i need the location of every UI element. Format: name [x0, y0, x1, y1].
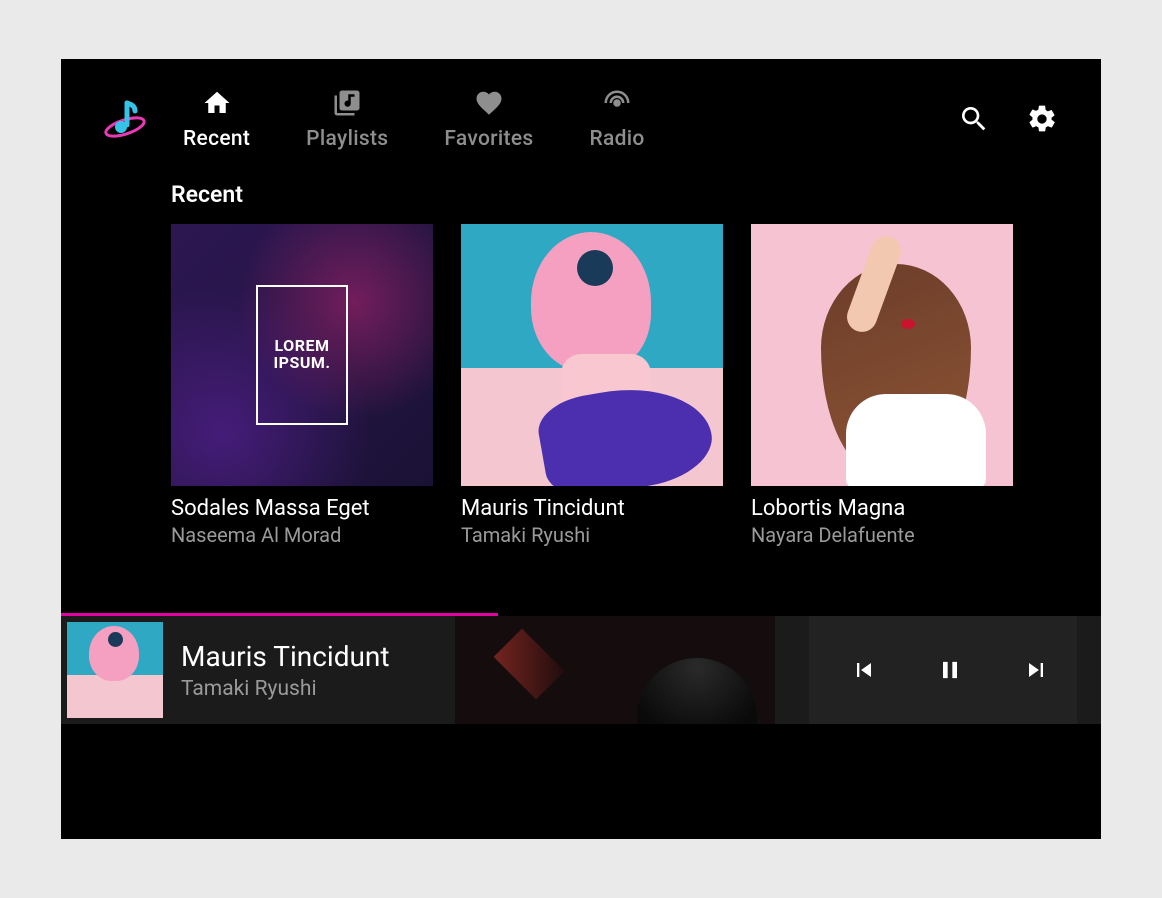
now-playing-bar: Mauris Tincidunt Tamaki Ryushi: [61, 616, 1101, 724]
queue-item[interactable]: [455, 616, 615, 724]
home-icon: [201, 87, 233, 119]
top-bar: Recent Playlists Favorites Radio: [61, 59, 1101, 171]
album-cover: [461, 224, 723, 486]
tab-favorites[interactable]: Favorites: [444, 87, 533, 151]
tab-label: Radio: [590, 127, 645, 151]
album-card[interactable]: Lobortis Magna Nayara Delafuente: [751, 224, 1013, 547]
nav-tabs: Recent Playlists Favorites Radio: [183, 87, 645, 151]
music-player-screen: Recent Playlists Favorites Radio: [61, 59, 1101, 839]
radio-icon: [601, 87, 633, 119]
now-playing-artist: Tamaki Ryushi: [181, 677, 441, 701]
now-playing-title: Mauris Tincidunt: [181, 640, 441, 673]
section-title: Recent: [171, 181, 1101, 208]
album-title: Sodales Massa Eget: [171, 496, 433, 521]
search-icon[interactable]: [957, 102, 991, 136]
heart-icon: [473, 87, 505, 119]
library-music-icon: [331, 87, 363, 119]
app-logo: [97, 91, 153, 147]
topbar-actions: [957, 102, 1059, 136]
tab-label: Favorites: [444, 127, 533, 151]
pause-button[interactable]: [935, 655, 965, 685]
previous-track-button[interactable]: [849, 655, 879, 685]
now-playing-queue-preview: [455, 616, 795, 724]
album-cover: [751, 224, 1013, 486]
tab-radio[interactable]: Radio: [590, 87, 645, 151]
tab-recent[interactable]: Recent: [183, 87, 250, 151]
album-cover: LOREM IPSUM.: [171, 224, 433, 486]
recent-section: Recent LOREM IPSUM. Sodales Massa Eget N…: [61, 171, 1101, 547]
tab-label: Recent: [183, 127, 250, 151]
now-playing-info[interactable]: Mauris Tincidunt Tamaki Ryushi: [181, 640, 441, 701]
album-card[interactable]: Mauris Tincidunt Tamaki Ryushi: [461, 224, 723, 547]
album-cards-row: LOREM IPSUM. Sodales Massa Eget Naseema …: [171, 224, 1101, 547]
album-artist: Naseema Al Morad: [171, 523, 433, 547]
album-title: Lobortis Magna: [751, 496, 1013, 521]
tab-label: Playlists: [306, 127, 388, 151]
album-title: Mauris Tincidunt: [461, 496, 723, 521]
now-playing-thumbnail[interactable]: [67, 622, 163, 718]
tab-playlists[interactable]: Playlists: [306, 87, 388, 151]
album-card[interactable]: LOREM IPSUM. Sodales Massa Eget Naseema …: [171, 224, 433, 547]
queue-item[interactable]: [615, 616, 775, 724]
playback-controls: [809, 616, 1077, 724]
gear-icon[interactable]: [1025, 102, 1059, 136]
album-artist: Tamaki Ryushi: [461, 523, 723, 547]
next-track-button[interactable]: [1021, 655, 1051, 685]
album-cover-text: LOREM IPSUM.: [256, 285, 348, 425]
album-artist: Nayara Delafuente: [751, 523, 1013, 547]
